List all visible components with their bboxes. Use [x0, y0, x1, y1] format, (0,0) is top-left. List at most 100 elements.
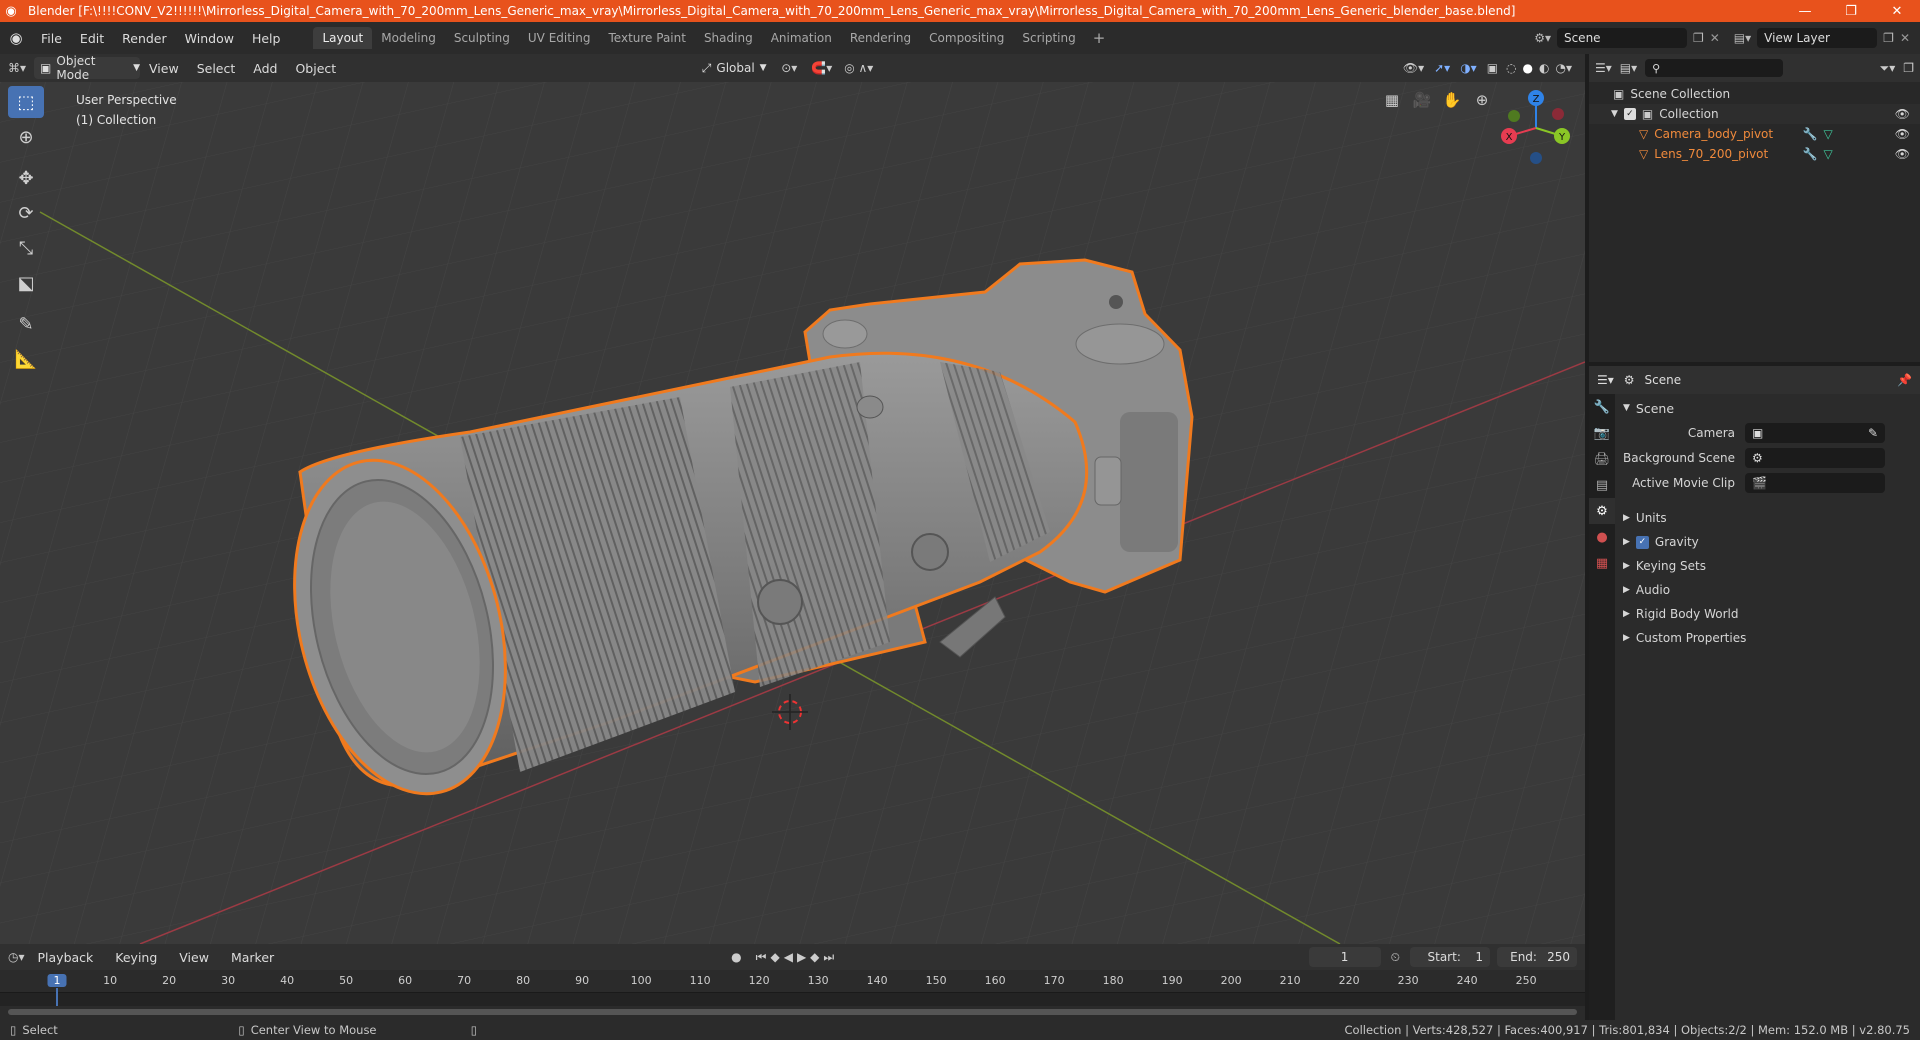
render-tab-icon[interactable]: 📷: [1589, 420, 1615, 446]
maximize-icon[interactable]: ❐: [1828, 4, 1874, 19]
proportional-edit-icon[interactable]: ◎ ∧▾: [838, 61, 879, 75]
tab-animation[interactable]: Animation: [762, 27, 841, 49]
expand-arrow-icon[interactable]: ▼: [1611, 109, 1618, 119]
output-tab-icon[interactable]: 🖨: [1589, 446, 1615, 472]
timeline-menu-keying[interactable]: Keying: [106, 950, 166, 965]
move-tool-icon[interactable]: ✥: [8, 162, 44, 194]
view-layer-icon[interactable]: ▤▾: [1728, 31, 1757, 45]
clock-icon[interactable]: ⏲: [1385, 950, 1406, 965]
eye-icon[interactable]: 👁: [1895, 107, 1920, 121]
gizmo-toggle-icon[interactable]: ➚▾: [1429, 61, 1455, 75]
new-collection-icon[interactable]: ❐: [1903, 61, 1914, 75]
tab-texture-paint[interactable]: Texture Paint: [600, 27, 695, 49]
subpanel-custom-properties[interactable]: ▶ Custom Properties: [1615, 626, 1920, 650]
visibility-icon[interactable]: 👁▾: [1398, 61, 1429, 75]
scene-browse-icon[interactable]: ⚙▾: [1528, 31, 1557, 45]
tab-layout[interactable]: Layout: [313, 27, 373, 49]
delete-view-layer-icon[interactable]: ✕: [1900, 31, 1920, 45]
timeline-editor-type-icon[interactable]: ◷▾: [8, 950, 25, 964]
toggle-ortho-icon[interactable]: ▦: [1380, 88, 1404, 112]
viewport-menu-object[interactable]: Object: [286, 61, 345, 76]
record-icon[interactable]: ●: [731, 950, 741, 964]
menu-file[interactable]: File: [32, 31, 71, 46]
jump-start-icon[interactable]: ⏮: [746, 950, 767, 965]
cursor-tool-icon[interactable]: ⊕: [8, 121, 44, 153]
background-scene-field[interactable]: ⚙: [1745, 448, 1885, 468]
subpanel-units[interactable]: ▶ Units: [1615, 506, 1920, 530]
blender-menu-icon[interactable]: ◉: [0, 29, 32, 47]
shading-solid-icon[interactable]: ●: [1520, 61, 1536, 75]
subpanel-rigid-body-world[interactable]: ▶ Rigid Body World: [1615, 602, 1920, 626]
outliner-row-object[interactable]: ▽ Lens_70_200_pivot 🔧 ▽ 👁: [1589, 144, 1920, 164]
mode-dropdown[interactable]: ▣ Object Mode ▼: [34, 54, 141, 82]
tool-tab-icon[interactable]: 🔧: [1589, 394, 1615, 420]
scene-panel-header[interactable]: ▼ Scene: [1615, 396, 1920, 420]
exclude-checkbox[interactable]: ✓: [1623, 108, 1636, 120]
timeline-menu-playback[interactable]: Playback: [29, 950, 103, 965]
subpanel-gravity[interactable]: ▶ ✓ Gravity: [1615, 530, 1920, 554]
mesh-data-icon[interactable]: ▽: [1824, 127, 1833, 141]
eye-icon[interactable]: 👁: [1895, 147, 1920, 161]
menu-render[interactable]: Render: [113, 31, 176, 46]
rotate-tool-icon[interactable]: ⟳: [8, 197, 44, 229]
tab-rendering[interactable]: Rendering: [841, 27, 920, 49]
menu-window[interactable]: Window: [176, 31, 243, 46]
viewport-menu-add[interactable]: Add: [244, 61, 286, 76]
view-layer-selector[interactable]: View Layer: [1757, 28, 1878, 48]
eyedropper-icon[interactable]: ✎: [1868, 426, 1878, 440]
play-reverse-icon[interactable]: ◀: [784, 950, 793, 964]
mesh-data-icon[interactable]: ▽: [1824, 147, 1833, 161]
jump-end-icon[interactable]: ⏭: [823, 950, 834, 965]
modifier-wrench-icon[interactable]: 🔧: [1803, 147, 1818, 161]
eye-icon[interactable]: 👁: [1895, 127, 1920, 141]
tab-modeling[interactable]: Modeling: [372, 27, 445, 49]
properties-editor-type-icon[interactable]: ☰▾: [1597, 373, 1614, 387]
display-mode-icon[interactable]: ▤▾: [1620, 61, 1637, 75]
start-frame-field[interactable]: Start: 1: [1410, 947, 1490, 967]
outliner-row-collection[interactable]: ▼ ✓ ▣ Collection 👁: [1589, 104, 1920, 124]
outliner-search-input[interactable]: ⚲: [1645, 59, 1784, 77]
tab-uv-editing[interactable]: UV Editing: [519, 27, 600, 49]
tab-scripting[interactable]: Scripting: [1013, 27, 1084, 49]
active-movie-clip-field[interactable]: 🎬: [1745, 473, 1885, 493]
view-layer-tab-icon[interactable]: ▤: [1589, 472, 1615, 498]
gravity-checkbox[interactable]: ✓: [1635, 535, 1649, 549]
tab-compositing[interactable]: Compositing: [920, 27, 1013, 49]
outliner-editor-type-icon[interactable]: ☰▾: [1595, 61, 1612, 75]
shading-material-icon[interactable]: ◐: [1536, 61, 1552, 75]
world-tab-icon[interactable]: ●: [1589, 524, 1615, 550]
xray-icon[interactable]: ▣: [1482, 61, 1503, 75]
scene-selector[interactable]: Scene: [1556, 28, 1687, 48]
transform-orientation-dropdown[interactable]: ⤢ Global ▼: [695, 57, 773, 79]
timeline-menu-view[interactable]: View: [170, 950, 218, 965]
measure-tool-icon[interactable]: 📐: [8, 343, 44, 375]
shading-wireframe-icon[interactable]: ◌: [1503, 61, 1519, 75]
frame-ruler[interactable]: 1 10 20 30 40 50 60 70 80 90 100 110 120 130 140 150 160…: [0, 970, 1585, 1006]
tab-sculpting[interactable]: Sculpting: [445, 27, 519, 49]
outliner-row-scene-collection[interactable]: ▣ Scene Collection: [1589, 84, 1920, 104]
tab-shading[interactable]: Shading: [695, 27, 762, 49]
timeline-track-area[interactable]: [0, 992, 1585, 1006]
next-keyframe-icon[interactable]: ◆: [810, 950, 819, 964]
overlays-icon[interactable]: ◑▾: [1455, 61, 1482, 75]
3d-viewport[interactable]: User Perspective (1) Collection ▦ 🎥 ✋ ⊕ …: [0, 82, 1585, 944]
snap-icon[interactable]: 🧲▾: [805, 61, 838, 75]
timeline-menu-marker[interactable]: Marker: [222, 950, 283, 965]
current-frame-field[interactable]: 1: [1308, 947, 1381, 967]
minimize-icon[interactable]: —: [1782, 4, 1828, 19]
viewport-menu-view[interactable]: View: [140, 61, 188, 76]
texture-tab-icon[interactable]: ▦: [1589, 550, 1615, 576]
menu-help[interactable]: Help: [243, 31, 290, 46]
end-frame-field[interactable]: End: 250: [1497, 947, 1577, 967]
new-scene-icon[interactable]: ❐: [1687, 31, 1710, 45]
pin-icon[interactable]: 📌: [1897, 373, 1912, 387]
scene-tab-icon[interactable]: ⚙: [1589, 498, 1615, 524]
pivot-icon[interactable]: ⊙▾: [773, 61, 805, 75]
menu-edit[interactable]: Edit: [71, 31, 113, 46]
outliner-row-object[interactable]: ▽ Camera_body_pivot 🔧 ▽ 👁: [1589, 124, 1920, 144]
camera-view-icon[interactable]: 🎥: [1410, 88, 1434, 112]
zoom-icon[interactable]: ⊕: [1470, 88, 1494, 112]
pan-hand-icon[interactable]: ✋: [1440, 88, 1464, 112]
camera-field[interactable]: ▣ ✎: [1745, 423, 1885, 443]
subpanel-keying-sets[interactable]: ▶ Keying Sets: [1615, 554, 1920, 578]
